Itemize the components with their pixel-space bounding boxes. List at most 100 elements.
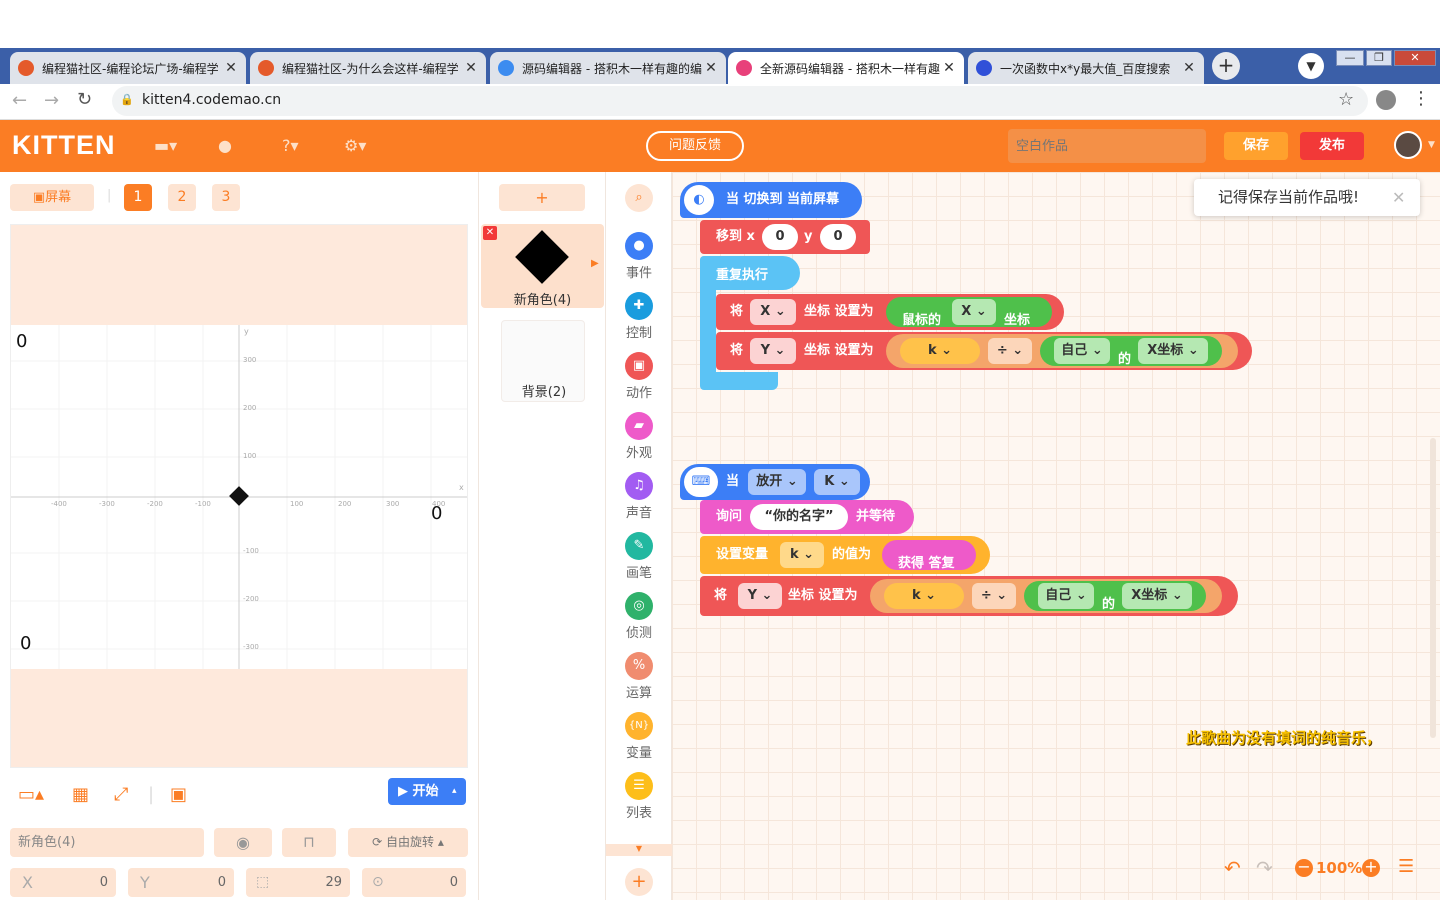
publish-button[interactable]: 发布 [1300, 132, 1364, 160]
category-motion[interactable]: ▣ 动作 [606, 352, 672, 412]
close-icon[interactable]: ✕ [224, 60, 238, 76]
grid-icon[interactable]: ▦ [72, 784, 89, 805]
set-y-block[interactable]: 将 Y ⌄ 坐标 设置为 k ⌄ ÷ ⌄ 自己 ⌄ 的 X坐标 ⌄ [700, 576, 1238, 616]
lock-icon[interactable]: ⊓ [282, 828, 336, 857]
fullscreen-icon[interactable]: ⤢ [114, 784, 128, 805]
target-dropdown[interactable]: 自己 ⌄ [1038, 583, 1094, 609]
code-workspace[interactable]: 移到 x 0 y 0 重复执行 将 X ⌄ 坐标 设置为 鼠标的 X ⌄ 坐标 … [672, 172, 1440, 900]
workspace-scrollbar[interactable] [1430, 438, 1436, 738]
category-events[interactable]: ● 事件 [606, 232, 672, 292]
visibility-eye-icon[interactable]: ◉ [214, 828, 272, 857]
chevron-up-icon[interactable]: ▴ [452, 778, 457, 805]
axis-dropdown[interactable]: Y ⌄ [738, 583, 782, 609]
category-sensing[interactable]: ◎ 侦测 [606, 592, 672, 652]
x-position-field[interactable]: X 0 [10, 868, 116, 897]
category-variables[interactable]: {N} 变量 [606, 712, 672, 772]
close-icon[interactable]: ✕ [1392, 179, 1405, 216]
move-y-input[interactable]: 0 [820, 224, 856, 250]
new-tab-button[interactable]: + [1212, 52, 1240, 80]
divide-block[interactable]: k ⌄ ÷ ⌄ 自己 ⌄ 的 X坐标 ⌄ [886, 334, 1238, 368]
screen-tab-3[interactable]: 3 [212, 184, 240, 211]
add-extension-button[interactable]: + [625, 868, 653, 896]
axis-dropdown[interactable]: X ⌄ [952, 299, 996, 325]
backpack-icon[interactable]: ● [218, 136, 246, 156]
redo-icon[interactable]: ↷ [1256, 856, 1273, 880]
browser-tab[interactable]: 编程猫社区-编程论坛广场-编程学 ✕ [10, 52, 246, 84]
self-property-block[interactable]: 自己 ⌄ 的 X坐标 ⌄ [1024, 581, 1206, 612]
tab-search-icon[interactable]: ▼ [1298, 53, 1324, 79]
get-answer-block[interactable]: 获得 答复 [882, 540, 976, 571]
mouse-coordinate-block[interactable]: 鼠标的 X ⌄ 坐标 [886, 297, 1052, 328]
feedback-button[interactable]: 问题反馈 [646, 131, 744, 161]
close-window-button[interactable]: ✕ [1394, 50, 1436, 66]
category-control[interactable]: ✚ 控制 [606, 292, 672, 352]
settings-gear-icon[interactable]: ⚙▾ [344, 136, 372, 156]
work-title-input[interactable] [1008, 129, 1206, 163]
scroll-down-icon[interactable]: ▼ [606, 844, 672, 856]
minimize-button[interactable]: — [1336, 50, 1364, 66]
ask-and-wait-block[interactable]: 询问 “你的名字” 并等待 [700, 500, 914, 534]
variable-k-dropdown[interactable]: k ⌄ [900, 338, 980, 364]
category-looks[interactable]: ▰ 外观 [606, 412, 672, 472]
size-field[interactable]: ⬚ 29 [246, 868, 350, 897]
record-icon[interactable]: ▣ [170, 784, 187, 805]
move-x-input[interactable]: 0 [762, 224, 798, 250]
save-button[interactable]: 保存 [1224, 132, 1288, 160]
category-lists[interactable]: ☰ 列表 [606, 772, 672, 832]
maximize-button[interactable]: ❐ [1366, 50, 1392, 66]
operator-dropdown[interactable]: ÷ ⌄ [988, 338, 1032, 364]
move-to-block[interactable]: 移到 x 0 y 0 [700, 220, 870, 254]
browser-tab[interactable]: 一次函数中x*y最大值_百度搜索 ✕ [968, 52, 1204, 84]
key-dropdown[interactable]: K ⌄ [814, 469, 860, 495]
screen-button[interactable]: ▣屏幕 [10, 184, 94, 211]
self-property-block[interactable]: 自己 ⌄ 的 X坐标 ⌄ [1040, 336, 1222, 367]
zoom-in-icon[interactable]: + [1362, 859, 1380, 877]
stage-canvas[interactable]: y x 300 200 100 -100 -200 -300 -400 -300… [10, 224, 468, 768]
axis-dropdown[interactable]: Y ⌄ [750, 338, 796, 364]
close-icon[interactable]: ✕ [942, 60, 956, 76]
zoom-out-icon[interactable]: − [1295, 859, 1313, 877]
stage-size-icon[interactable]: ▭▴ [18, 784, 44, 805]
backdrop-card[interactable]: 背景(2) [501, 320, 585, 402]
forward-icon[interactable]: → [44, 90, 59, 111]
key-event-dropdown[interactable]: 放开 ⌄ [748, 469, 806, 495]
bookmark-star-icon[interactable]: ☆ [1338, 89, 1354, 110]
screen-tab-2[interactable]: 2 [168, 184, 196, 211]
close-icon[interactable]: ✕ [1182, 60, 1196, 76]
avatar[interactable] [1394, 131, 1422, 159]
property-dropdown[interactable]: X坐标 ⌄ [1138, 338, 1208, 364]
variable-k-dropdown[interactable]: k ⌄ [884, 583, 964, 609]
divide-block[interactable]: k ⌄ ÷ ⌄ 自己 ⌄ 的 X坐标 ⌄ [870, 579, 1222, 613]
when-key-released-hat[interactable]: ⌨ 当 放开 ⌄ K ⌄ [680, 464, 870, 500]
chevron-right-icon[interactable]: ▶ [591, 258, 599, 269]
category-operators[interactable]: % 运算 [606, 652, 672, 712]
repeat-forever-block[interactable]: 重复执行 [700, 256, 800, 290]
folder-icon[interactable]: ▬▾ [154, 136, 182, 156]
direction-field[interactable]: ⊙ 0 [362, 868, 466, 897]
operator-dropdown[interactable]: ÷ ⌄ [972, 583, 1016, 609]
browser-tab-active[interactable]: 全新源码编辑器 - 搭积木一样有趣 ✕ [728, 52, 964, 84]
add-sprite-button[interactable]: + [499, 184, 585, 211]
browser-tab[interactable]: 编程猫社区-为什么会这样-编程学 ✕ [250, 52, 486, 84]
close-icon[interactable]: ✕ [464, 60, 478, 76]
when-switch-screen-hat[interactable]: ◐ 当 切换到 当前屏幕 [680, 182, 862, 218]
category-sound[interactable]: ♫ 声音 [606, 472, 672, 532]
chevron-down-icon[interactable]: ▼ [1428, 140, 1435, 150]
back-icon[interactable]: ← [12, 90, 27, 111]
target-dropdown[interactable]: 自己 ⌄ [1054, 338, 1110, 364]
undo-icon[interactable]: ↶ [1224, 856, 1241, 880]
ask-text-input[interactable]: “你的名字” [750, 504, 848, 530]
axis-dropdown[interactable]: X ⌄ [750, 299, 796, 325]
variable-dropdown[interactable]: k ⌄ [780, 542, 824, 568]
set-y-block[interactable]: 将 Y ⌄ 坐标 设置为 k ⌄ ÷ ⌄ 自己 ⌄ 的 X坐标 ⌄ [716, 332, 1252, 370]
url-field[interactable]: 🔒 kitten4.codemao.cn ☆ [112, 86, 1368, 116]
align-blocks-icon[interactable]: ☰ [1398, 856, 1414, 877]
rotation-mode-select[interactable]: ⟳ 自由旋转 ▴ [348, 828, 468, 857]
property-dropdown[interactable]: X坐标 ⌄ [1122, 583, 1192, 609]
delete-sprite-icon[interactable]: ✕ [483, 226, 497, 240]
menu-dots-icon[interactable]: ⋮ [1412, 88, 1430, 109]
sprite-name-field[interactable]: 新角色(4) [10, 828, 204, 857]
sprite-card[interactable]: ✕ ▶ 新角色(4) [481, 224, 604, 308]
set-variable-block[interactable]: 设置变量 k ⌄ 的值为 获得 答复 [700, 536, 990, 574]
profile-icon[interactable] [1376, 90, 1396, 110]
